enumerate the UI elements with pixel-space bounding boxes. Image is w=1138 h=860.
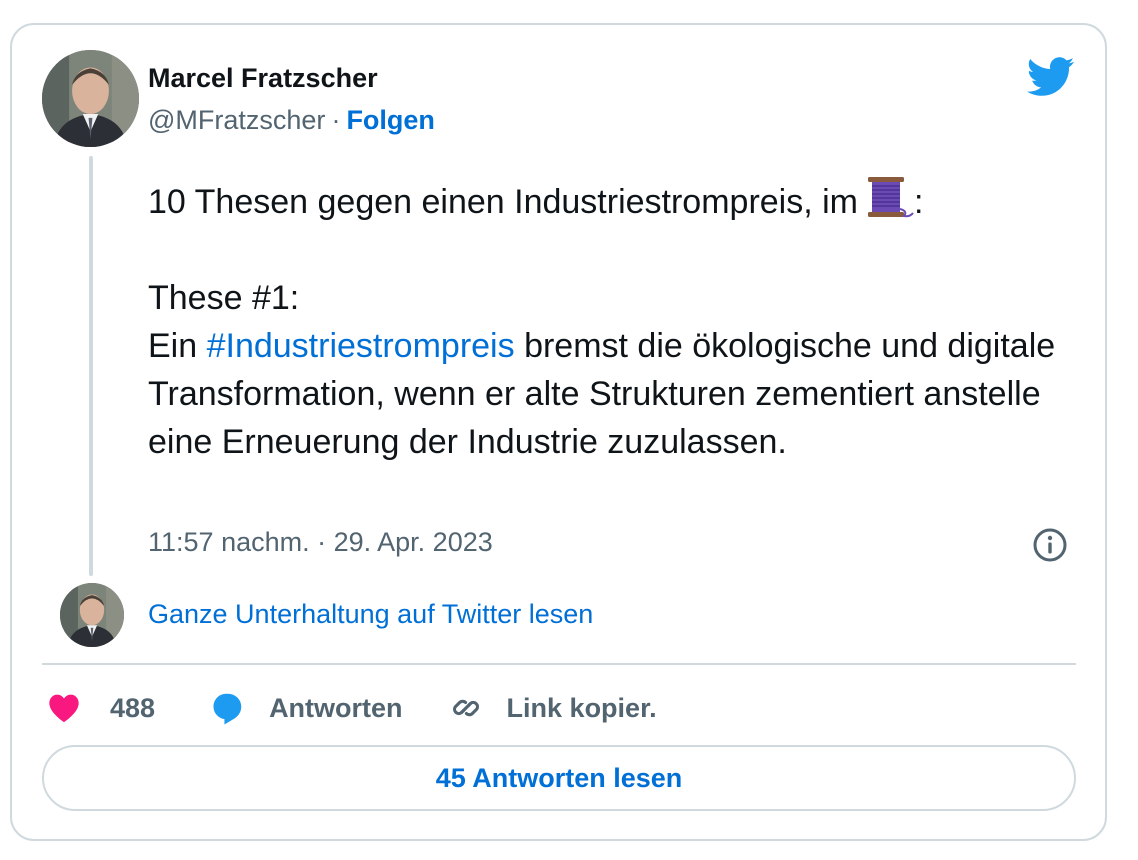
author-avatar[interactable] (42, 50, 139, 147)
reply-button[interactable]: Antworten (209, 690, 403, 726)
like-button[interactable]: 488 (48, 693, 155, 724)
author-handle[interactable]: @MFratzscher (148, 105, 325, 135)
tweet-intro-colon: : (914, 183, 924, 221)
conversation-avatar[interactable] (60, 583, 124, 647)
speech-bubble-icon (209, 690, 245, 726)
tweet-line-1: 10 Thesen gegen einen Industriestromprei… (148, 175, 1088, 226)
avatar-image (42, 50, 139, 147)
avatar-image-small (60, 583, 124, 647)
twitter-bird-icon[interactable] (1026, 57, 1075, 97)
action-bar: 488 Antworten Link kopier. (48, 685, 657, 731)
heart-icon (48, 693, 80, 723)
link-icon (449, 691, 483, 725)
author-name[interactable]: Marcel Fratzscher (148, 63, 378, 94)
divider (42, 663, 1076, 665)
author-handle-row: @MFratzscher · Folgen (148, 105, 435, 136)
read-replies-button[interactable]: 45 Antworten lesen (42, 745, 1076, 811)
thread-line (89, 156, 93, 576)
tweet-timestamp[interactable]: 11:57 nachm. · 29. Apr. 2023 (148, 527, 493, 558)
follow-button[interactable]: Folgen (346, 105, 435, 135)
tweet-body: Ein #Industriestrompreis bremst die ökol… (148, 322, 1088, 466)
copy-link-label: Link kopier. (506, 692, 657, 723)
tweet-body-prefix: Ein (148, 327, 198, 365)
spool-of-thread-icon (864, 175, 914, 219)
info-icon[interactable] (1032, 527, 1068, 563)
tweet-text: 10 Thesen gegen einen Industriestromprei… (148, 175, 1088, 466)
these-heading: These #1: (148, 279, 300, 317)
tweet-card: Marcel Fratzscher @MFratzscher · Folgen 10… (10, 23, 1107, 841)
separator-dot: · (331, 105, 341, 135)
reply-label: Antworten (269, 692, 403, 723)
read-conversation-link[interactable]: Ganze Unterhaltung auf Twitter lesen (148, 599, 593, 630)
tweet-intro-text: 10 Thesen gegen einen Industriestromprei… (148, 183, 858, 221)
like-count: 488 (110, 692, 156, 723)
copy-link-button[interactable]: Link kopier. (449, 691, 657, 725)
hashtag-link[interactable]: #Industriestrompreis (207, 327, 515, 365)
